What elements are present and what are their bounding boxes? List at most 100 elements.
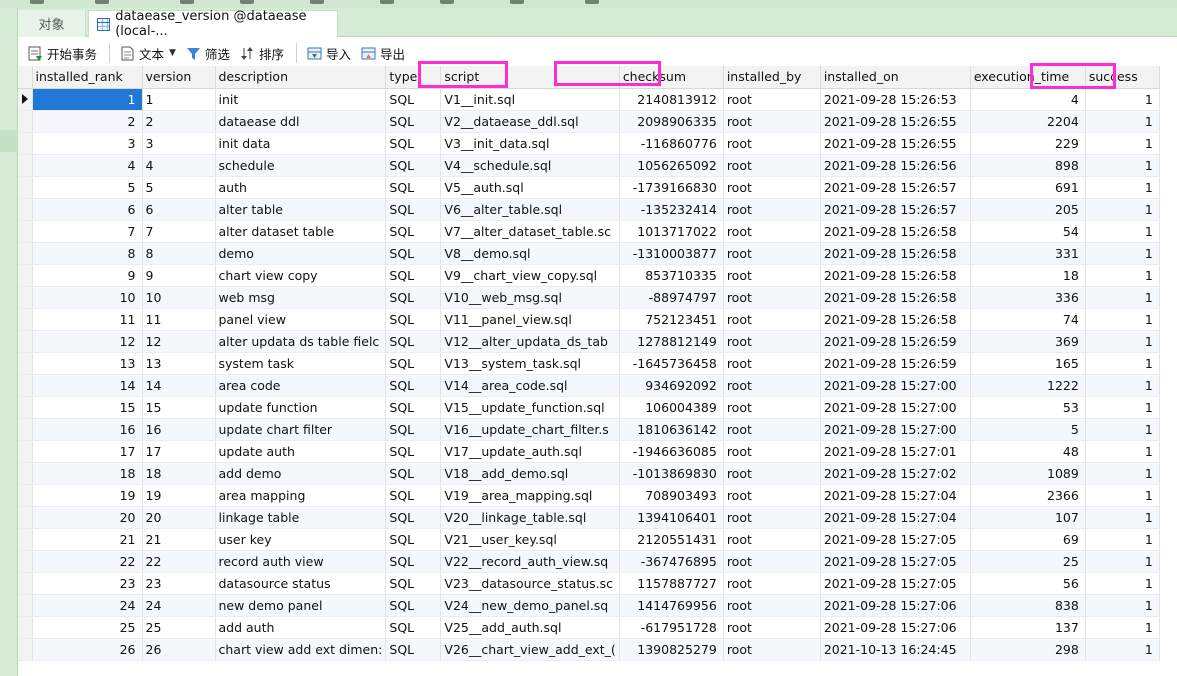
cell-success[interactable]: 1	[1085, 154, 1160, 177]
table-row[interactable]: 9 9 chart view copy SQL V9__chart_view_copy.…	[18, 264, 1160, 287]
cell-success[interactable]: 1	[1085, 440, 1160, 463]
row-indicator[interactable]	[18, 176, 33, 199]
column-header-execution-time[interactable]: execution_time	[970, 66, 1086, 89]
cell-installed-rank[interactable]: 10	[32, 286, 143, 309]
cell-version[interactable]: 8	[142, 242, 216, 265]
cell-type[interactable]: SQL	[385, 594, 442, 617]
column-header-checksum[interactable]: checksum	[619, 66, 724, 89]
cell-installed-rank[interactable]: 20	[32, 506, 143, 529]
cell-installed-rank[interactable]: 23	[32, 572, 143, 595]
cell-script[interactable]: V22__record_auth_view.sq	[440, 550, 620, 573]
cell-installed-rank[interactable]: 13	[32, 352, 143, 375]
cell-description[interactable]: init data	[215, 132, 387, 155]
cell-script[interactable]: V15__update_function.sql	[440, 396, 620, 419]
cell-installed-on[interactable]: 2021-09-28 15:26:53	[820, 88, 971, 111]
cell-script[interactable]: V23__datasource_status.sc	[440, 572, 620, 595]
cell-checksum[interactable]: 106004389	[619, 396, 724, 419]
cell-type[interactable]: SQL	[385, 176, 442, 199]
cell-execution-time[interactable]: 137	[970, 616, 1086, 639]
table-row[interactable]: 26 26 chart view add ext dimen: SQL V26__cha…	[18, 638, 1160, 661]
cell-checksum[interactable]: 2140813912	[619, 88, 724, 111]
cell-installed-rank[interactable]: 3	[32, 132, 143, 155]
table-row[interactable]: 24 24 new demo panel SQL V24__new_demo_panel…	[18, 594, 1160, 617]
cell-installed-on[interactable]: 2021-09-28 15:27:02	[820, 462, 971, 485]
table-row[interactable]: 23 23 datasource status SQL V23__datasource_…	[18, 572, 1160, 595]
row-indicator[interactable]	[18, 352, 33, 375]
cell-success[interactable]: 1	[1085, 638, 1160, 661]
row-indicator[interactable]	[18, 308, 33, 331]
cell-installed-by[interactable]: root	[723, 462, 821, 485]
sort-button[interactable]: 排序	[236, 41, 288, 65]
cell-execution-time[interactable]: 691	[970, 176, 1086, 199]
cell-installed-on[interactable]: 2021-09-28 15:27:04	[820, 484, 971, 507]
cell-execution-time[interactable]: 4	[970, 88, 1086, 111]
cell-description[interactable]: linkage table	[215, 506, 387, 529]
cell-checksum[interactable]: 934692092	[619, 374, 724, 397]
cell-success[interactable]: 1	[1085, 220, 1160, 243]
cell-success[interactable]: 1	[1085, 418, 1160, 441]
cell-version[interactable]: 3	[142, 132, 216, 155]
table-row[interactable]: 12 12 alter updata ds table fielc SQL V12__a…	[18, 330, 1160, 353]
cell-version[interactable]: 5	[142, 176, 216, 199]
table-row[interactable]: 15 15 update function SQL V15__update_functi…	[18, 396, 1160, 419]
row-indicator[interactable]	[18, 638, 33, 661]
cell-installed-by[interactable]: root	[723, 154, 821, 177]
cell-version[interactable]: 21	[142, 528, 216, 551]
cell-installed-rank[interactable]: 24	[32, 594, 143, 617]
cell-script[interactable]: V5__auth.sql	[440, 176, 620, 199]
row-indicator[interactable]	[18, 528, 33, 551]
cell-installed-on[interactable]: 2021-09-28 15:26:58	[820, 264, 971, 287]
cell-version[interactable]: 2	[142, 110, 216, 133]
cell-execution-time[interactable]: 18	[970, 264, 1086, 287]
cell-description[interactable]: panel view	[215, 308, 387, 331]
row-indicator[interactable]	[18, 418, 33, 441]
cell-script[interactable]: V9__chart_view_copy.sql	[440, 264, 620, 287]
cell-installed-rank[interactable]: 12	[32, 330, 143, 353]
cell-description[interactable]: new demo panel	[215, 594, 387, 617]
cell-installed-rank[interactable]: 7	[32, 220, 143, 243]
cell-type[interactable]: SQL	[385, 352, 442, 375]
cell-success[interactable]: 1	[1085, 572, 1160, 595]
cell-checksum[interactable]: -135232414	[619, 198, 724, 221]
cell-version[interactable]: 26	[142, 638, 216, 661]
cell-installed-by[interactable]: root	[723, 308, 821, 331]
column-header-script[interactable]: script	[440, 66, 620, 89]
row-indicator[interactable]	[18, 220, 33, 243]
data-grid[interactable]: installed_rank version description type scri…	[18, 61, 1177, 676]
cell-type[interactable]: SQL	[385, 198, 442, 221]
cell-success[interactable]: 1	[1085, 374, 1160, 397]
cell-execution-time[interactable]: 205	[970, 198, 1086, 221]
cell-description[interactable]: init	[215, 88, 387, 111]
row-indicator[interactable]	[18, 110, 33, 133]
cell-success[interactable]: 1	[1085, 308, 1160, 331]
cell-installed-on[interactable]: 2021-09-28 15:27:06	[820, 594, 971, 617]
cell-version[interactable]: 19	[142, 484, 216, 507]
cell-checksum[interactable]: 1390825279	[619, 638, 724, 661]
column-header-description[interactable]: description	[215, 66, 387, 89]
column-header-type[interactable]: type	[385, 66, 442, 89]
cell-installed-on[interactable]: 2021-09-28 15:26:55	[820, 132, 971, 155]
cell-version[interactable]: 23	[142, 572, 216, 595]
cell-script[interactable]: V11__panel_view.sql	[440, 308, 620, 331]
filter-button[interactable]: 筛选	[182, 41, 234, 65]
row-indicator[interactable]	[18, 330, 33, 353]
cell-installed-on[interactable]: 2021-09-28 15:26:58	[820, 242, 971, 265]
cell-execution-time[interactable]: 369	[970, 330, 1086, 353]
cell-type[interactable]: SQL	[385, 242, 442, 265]
cell-execution-time[interactable]: 54	[970, 220, 1086, 243]
row-indicator[interactable]	[18, 396, 33, 419]
cell-checksum[interactable]: -1013869830	[619, 462, 724, 485]
cell-version[interactable]: 22	[142, 550, 216, 573]
cell-description[interactable]: auth	[215, 176, 387, 199]
cell-version[interactable]: 17	[142, 440, 216, 463]
cell-script[interactable]: V7__alter_dataset_table.sc	[440, 220, 620, 243]
table-row[interactable]: 22 22 record auth view SQL V22__record_auth_…	[18, 550, 1160, 573]
cell-description[interactable]: system task	[215, 352, 387, 375]
cell-installed-by[interactable]: root	[723, 484, 821, 507]
cell-execution-time[interactable]: 69	[970, 528, 1086, 551]
cell-installed-rank[interactable]: 4	[32, 154, 143, 177]
cell-installed-on[interactable]: 2021-09-28 15:27:00	[820, 418, 971, 441]
import-button[interactable]: 导入	[303, 41, 355, 65]
cell-execution-time[interactable]: 229	[970, 132, 1086, 155]
cell-script[interactable]: V10__web_msg.sql	[440, 286, 620, 309]
